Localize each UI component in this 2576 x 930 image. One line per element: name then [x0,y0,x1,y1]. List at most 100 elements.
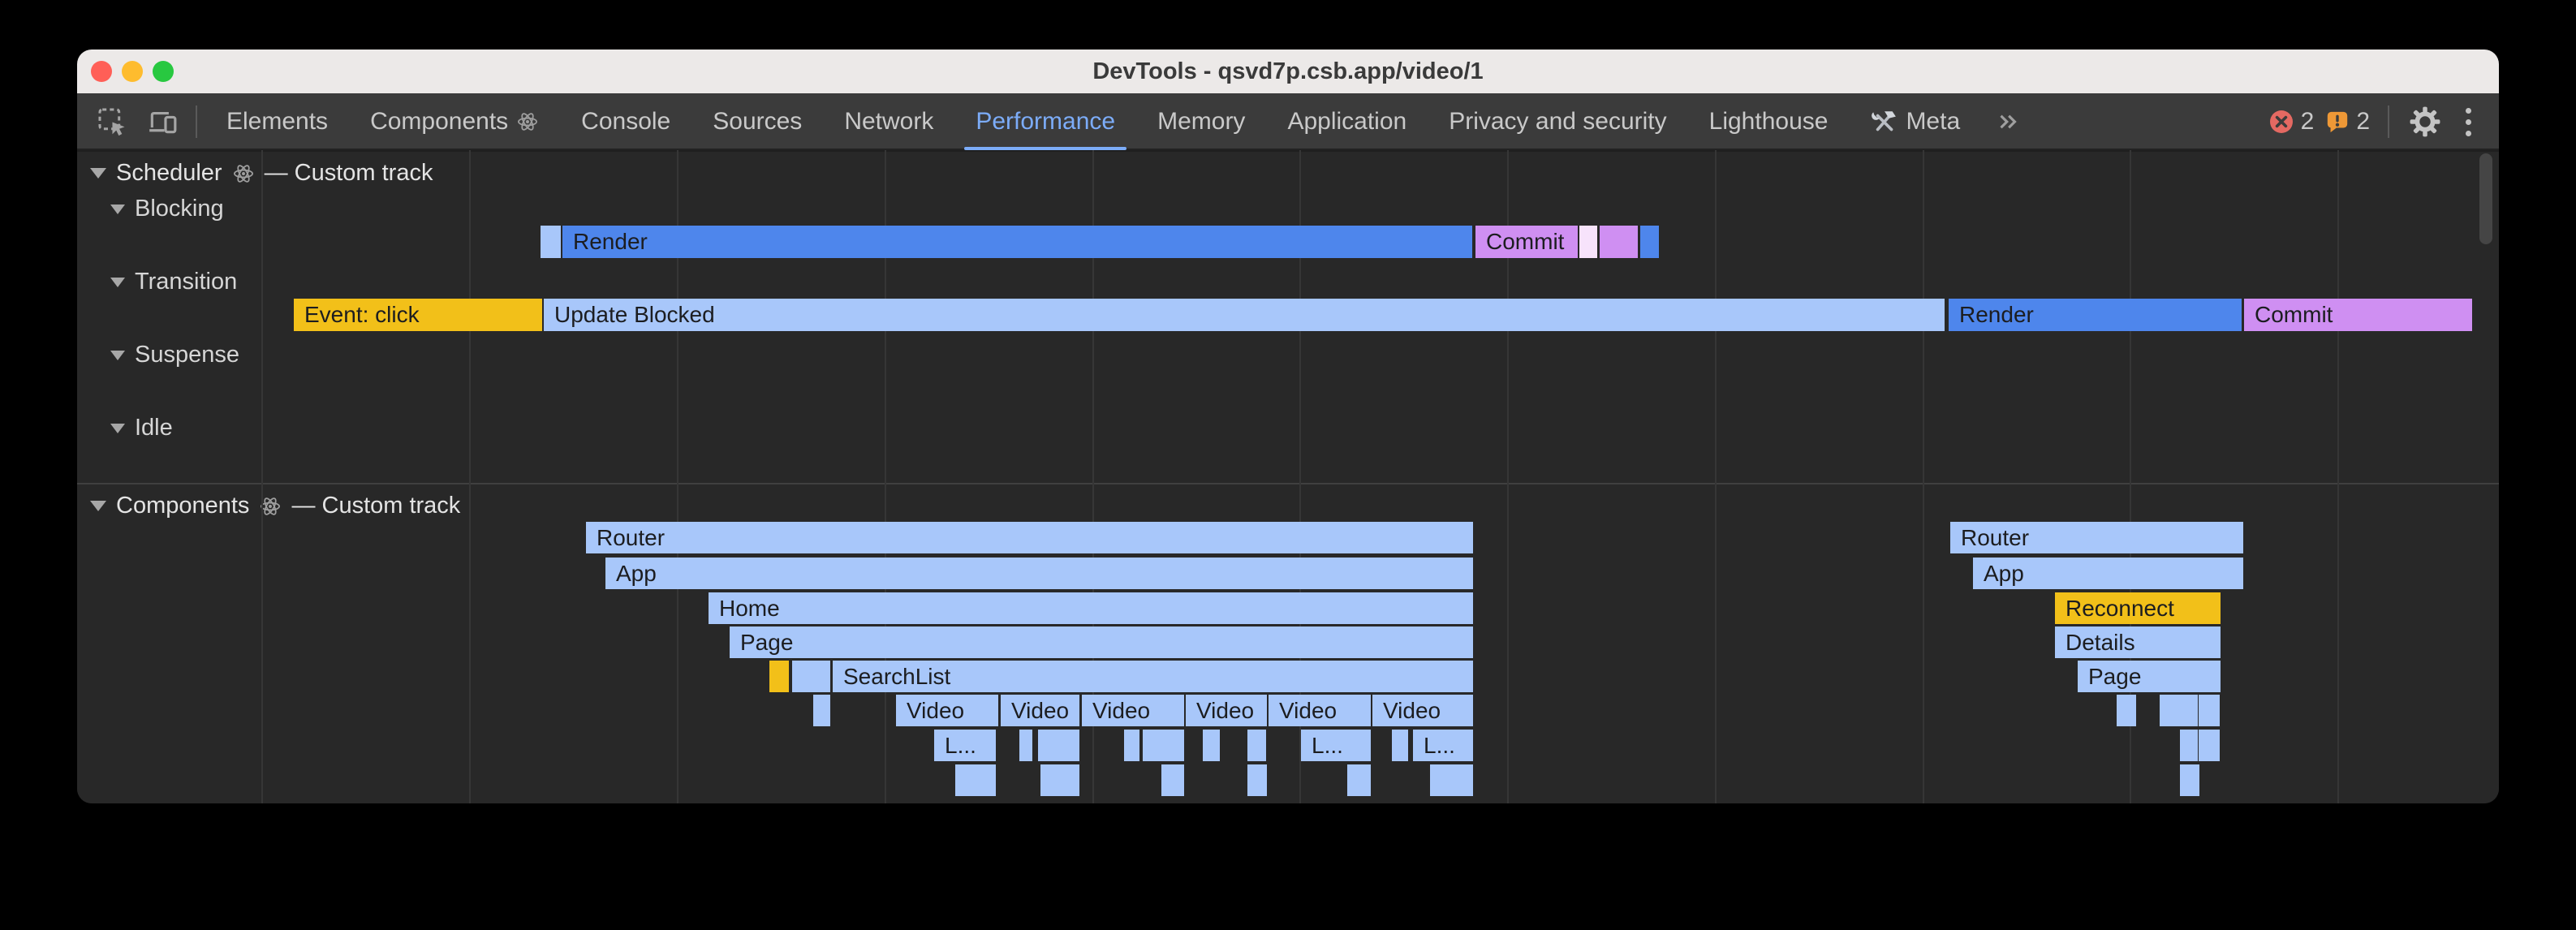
flame-bar-l[interactable]: L... [1413,730,1473,761]
tab-strip: ElementsComponentsConsoleSourcesNetworkP… [205,93,1981,150]
flame-bar-unlabeled[interactable] [1247,764,1267,796]
flame-bar-unlabeled[interactable] [2117,695,2136,726]
scheduler-track-subtitle: — Custom track [265,160,433,187]
flame-bar-video[interactable]: Video [896,695,998,726]
flame-bar-unlabeled[interactable] [2160,695,2198,726]
collapse-triangle-icon[interactable] [110,278,125,287]
console-errors-badge[interactable]: 2 [2268,108,2315,136]
flame-bar-unlabeled[interactable] [955,764,996,796]
issues-badge[interactable]: 2 [2325,108,2370,136]
device-toolbar-icon[interactable] [147,106,178,137]
flame-bar-home[interactable]: Home [709,592,1473,624]
vertical-scrollbar-thumb[interactable] [2479,153,2492,244]
tab-memory[interactable]: Memory [1136,93,1266,150]
inspect-element-icon[interactable] [97,106,127,137]
collapse-triangle-icon[interactable] [90,501,106,511]
flame-bar-unlabeled[interactable] [1203,730,1220,761]
flame-bar-unlabeled[interactable] [1247,730,1266,761]
flame-bar-unlabeled[interactable] [1161,764,1184,796]
flame-bar-unlabeled[interactable] [541,226,561,258]
flame-bar-render[interactable]: Render [1949,299,2242,331]
flame-bar-l[interactable]: L... [934,730,996,761]
lane-transition[interactable]: Transition [110,269,237,295]
flame-bar-unlabeled[interactable] [1392,730,1408,761]
flame-bar-video[interactable]: Video [1186,695,1267,726]
atom-icon [516,110,539,133]
flame-bar-unlabeled[interactable] [1579,226,1597,258]
flame-bar-unlabeled[interactable] [1347,764,1371,796]
screenshot-canvas: DevTools - qsvd7p.csb.app/video/1 [0,0,2576,930]
tab-sources[interactable]: Sources [691,93,823,150]
issues-count: 2 [2356,108,2370,136]
flame-bar-unlabeled[interactable] [2180,730,2198,761]
flame-bar-render[interactable]: Render [562,226,1472,258]
lane-label: Blocking [135,196,224,222]
flame-bar-reconnect[interactable]: Reconnect [2055,592,2221,624]
components-track-subtitle: — Custom track [291,493,460,519]
lane-blocking[interactable]: Blocking [110,196,224,222]
flame-bar-page[interactable]: Page [2078,661,2221,692]
flame-bar-unlabeled[interactable] [2199,730,2220,761]
components-track-header[interactable]: Components — Custom track [90,493,460,519]
flame-bar-app[interactable]: App [1973,558,2243,589]
collapse-triangle-icon[interactable] [110,205,125,214]
flame-bar-video[interactable]: Video [1001,695,1079,726]
flame-bar-l[interactable]: L... [1301,730,1371,761]
collapse-triangle-icon[interactable] [110,424,125,433]
settings-gear-icon[interactable] [2407,104,2443,140]
flame-bar-searchlist[interactable]: SearchList [833,661,1473,692]
flame-bar-commit[interactable]: Commit [1475,226,1578,258]
tab-privacy-and-security[interactable]: Privacy and security [1428,93,1687,150]
flame-bar-details[interactable]: Details [2055,626,2221,658]
flame-bar-unlabeled[interactable] [1019,730,1032,761]
flame-bar-unlabeled[interactable] [792,661,830,692]
tab-application[interactable]: Application [1266,93,1428,150]
flame-bar-unlabeled[interactable] [1640,226,1659,258]
toolbar-separator [196,105,197,138]
lane-idle[interactable]: Idle [110,415,173,441]
flame-bar-unlabeled[interactable] [1124,730,1139,761]
flame-bar-app[interactable]: App [605,558,1473,589]
kebab-menu-icon[interactable] [2454,108,2483,136]
flame-bar-video[interactable]: Video [1372,695,1473,726]
flame-bar-unlabeled[interactable] [1143,730,1184,761]
tab-elements[interactable]: Elements [205,93,349,150]
flame-bar-unlabeled[interactable] [813,695,830,726]
flame-bar-commit[interactable]: Commit [2244,299,2472,331]
tab-network[interactable]: Network [823,93,954,150]
close-button[interactable] [91,61,112,82]
flame-bar-update-blocked[interactable]: Update Blocked [544,299,1945,331]
flame-bar-unlabeled[interactable] [1430,764,1473,796]
flame-bar-unlabeled[interactable] [2199,695,2220,726]
tab-console[interactable]: Console [560,93,691,150]
flame-bar-unlabeled[interactable] [1600,226,1638,258]
flame-bar-event-click[interactable]: Event: click [294,299,542,331]
more-tabs-button[interactable] [1981,108,2035,136]
performance-panel: Scheduler — Custom track Components — Cu… [77,150,2499,803]
flame-bar-router[interactable]: Router [1950,522,2243,553]
minimize-button[interactable] [122,61,143,82]
titlebar: DevTools - qsvd7p.csb.app/video/1 [77,50,2499,94]
flame-bar-page[interactable]: Page [730,626,1473,658]
collapse-triangle-icon[interactable] [110,351,125,360]
tab-performance[interactable]: Performance [954,93,1136,150]
flame-bar-router[interactable]: Router [586,522,1473,553]
lane-suspense[interactable]: Suspense [110,342,239,368]
toolbar-separator [2388,105,2389,138]
tab-meta[interactable]: Meta [1849,93,1981,150]
tab-components[interactable]: Components [349,93,560,150]
flame-bar-unlabeled[interactable] [769,661,789,692]
lane-label: Suspense [135,342,239,368]
flame-bar-unlabeled[interactable] [2180,764,2199,796]
flame-bar-video[interactable]: Video [1082,695,1184,726]
tab-lighthouse[interactable]: Lighthouse [1688,93,1850,150]
traffic-lights [91,50,174,93]
flame-bar-video[interactable]: Video [1269,695,1371,726]
zoom-button[interactable] [153,61,174,82]
flame-bar-unlabeled[interactable] [1038,730,1079,761]
tools-icon [1870,108,1898,136]
error-count: 2 [2301,108,2315,136]
collapse-triangle-icon[interactable] [90,168,106,179]
flame-bar-unlabeled[interactable] [1040,764,1079,796]
devtools-window: DevTools - qsvd7p.csb.app/video/1 [77,50,2499,803]
